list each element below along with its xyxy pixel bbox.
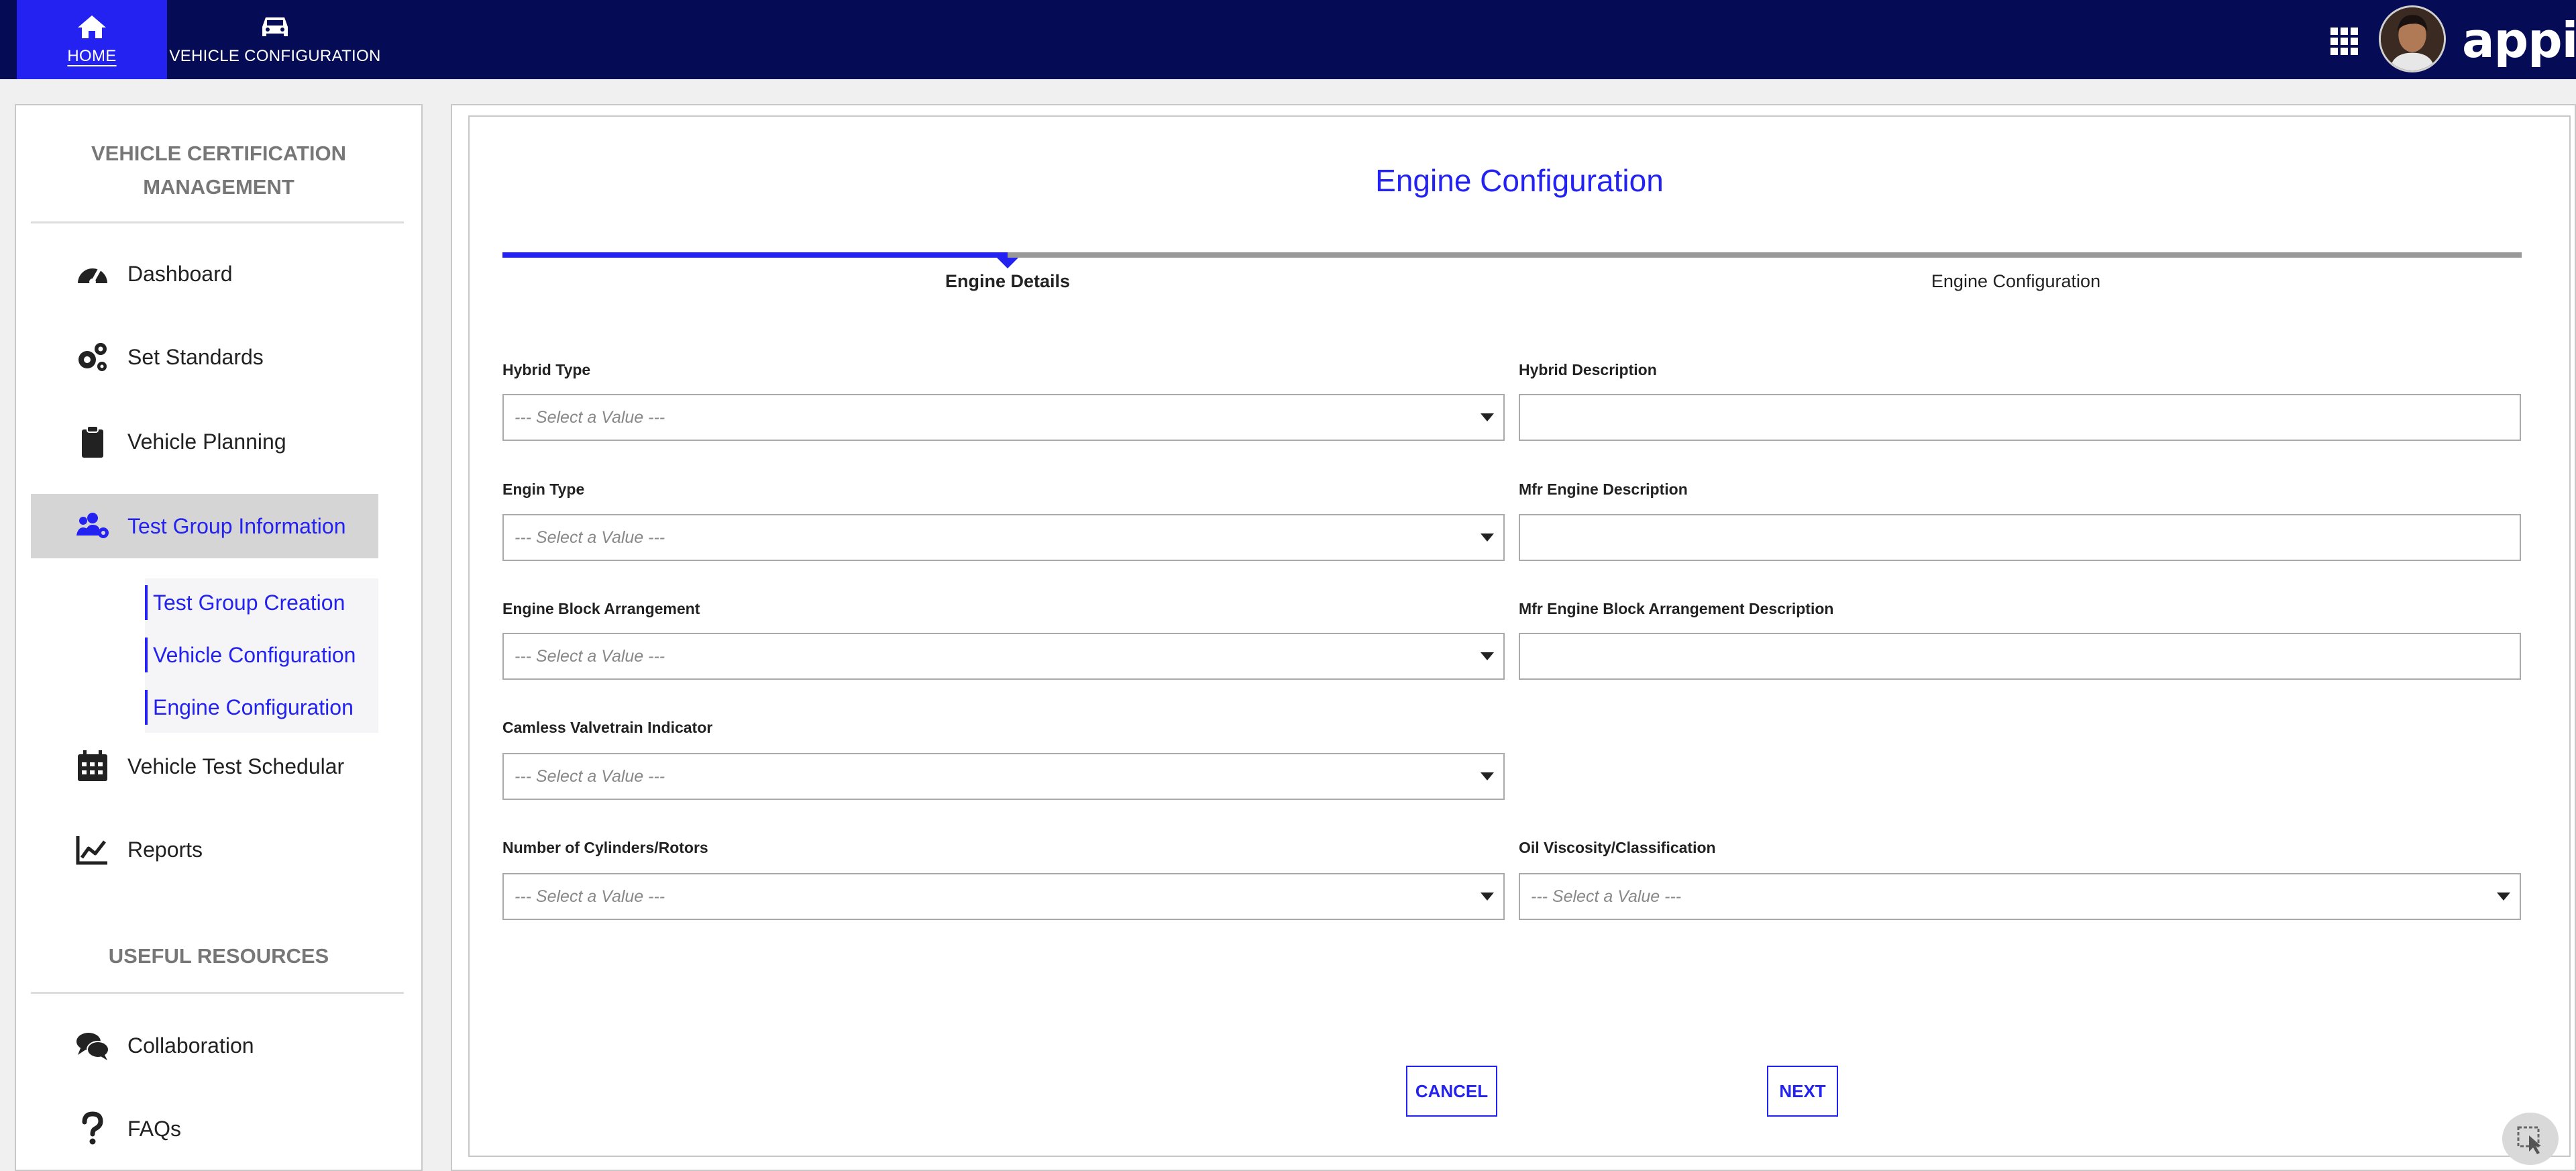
car-icon bbox=[262, 17, 288, 36]
step-engine-details[interactable]: Engine Details bbox=[806, 271, 1209, 292]
nav-tab-label: HOME bbox=[67, 47, 117, 65]
sidebar-item-vehicle-planning[interactable]: Vehicle Planning bbox=[31, 409, 378, 474]
mfr-engine-description-input[interactable] bbox=[1519, 514, 2521, 561]
users-gear-icon bbox=[76, 513, 109, 538]
sidebar-item-label: Test Group Information bbox=[127, 513, 346, 538]
step-progress-fill bbox=[502, 252, 1008, 258]
hybrid-description-input[interactable] bbox=[1519, 394, 2521, 441]
number-of-cylinders-rotors-label: Number of Cylinders/Rotors bbox=[502, 839, 708, 856]
sidebar-item-collaboration[interactable]: Collaboration bbox=[31, 1013, 378, 1078]
sidebar-item-label: FAQs bbox=[127, 1116, 182, 1141]
sidebar-item-label: Vehicle Test Schedular bbox=[127, 754, 345, 778]
hybrid-type-select[interactable]: --- Select a Value --- bbox=[502, 394, 1505, 441]
caret-down-icon bbox=[1481, 652, 1494, 660]
user-avatar[interactable] bbox=[2379, 5, 2446, 72]
step-engine-configuration[interactable]: Engine Configuration bbox=[1815, 271, 2217, 292]
number-of-cylinders-rotors-select[interactable]: --- Select a Value --- bbox=[502, 873, 1505, 920]
gears-icon bbox=[78, 343, 107, 371]
appian-logo: appian bbox=[2462, 12, 2576, 68]
sidebar-item-set-standards[interactable]: Set Standards bbox=[31, 325, 378, 389]
nav-tab-label: VEHICLE CONFIGURATION bbox=[169, 47, 381, 65]
hybrid-description-label: Hybrid Description bbox=[1519, 361, 1657, 378]
camless-valvetrain-indicator-label: Camless Valvetrain Indicator bbox=[502, 719, 713, 736]
mfr-engine-block-arrangement-description-input[interactable] bbox=[1519, 633, 2521, 680]
select-placeholder: --- Select a Value --- bbox=[515, 766, 665, 786]
sidebar-subitem-vehicle-configuration[interactable]: Vehicle Configuration bbox=[145, 638, 356, 672]
clipboard-icon bbox=[82, 425, 103, 458]
cursor-select-icon bbox=[2517, 1126, 2541, 1154]
home-icon bbox=[78, 15, 106, 38]
sidebar-item-label: Set Standards bbox=[127, 344, 264, 369]
mfr-engine-block-arrangement-description-label: Mfr Engine Block Arrangement Description bbox=[1519, 600, 1834, 617]
sidebar-item-dashboard[interactable]: Dashboard bbox=[31, 242, 378, 306]
oil-viscosity-classification-label: Oil Viscosity/Classification bbox=[1519, 839, 1716, 856]
sidebar-item-vehicle-test-schedular[interactable]: Vehicle Test Schedular bbox=[31, 734, 378, 799]
caret-down-icon bbox=[1481, 772, 1494, 780]
nav-tab-home[interactable]: HOME bbox=[17, 0, 167, 79]
engin-type-select[interactable]: --- Select a Value --- bbox=[502, 514, 1505, 561]
cancel-button[interactable]: CANCEL bbox=[1406, 1066, 1497, 1117]
caret-down-icon bbox=[1481, 533, 1494, 542]
caret-down-icon bbox=[1481, 413, 1494, 421]
select-placeholder: --- Select a Value --- bbox=[1531, 886, 1682, 906]
caret-down-icon bbox=[2497, 893, 2510, 901]
select-placeholder: --- Select a Value --- bbox=[515, 407, 665, 427]
sidebar-item-faqs[interactable]: FAQs bbox=[31, 1097, 378, 1161]
apps-grid-icon[interactable] bbox=[2329, 26, 2360, 57]
top-navigation-bar: HOME VEHICLE CONFIGURATION appian bbox=[0, 0, 2576, 79]
floating-action-button[interactable] bbox=[2502, 1113, 2559, 1165]
sidebar-item-label: Collaboration bbox=[127, 1033, 254, 1058]
select-placeholder: --- Select a Value --- bbox=[515, 886, 665, 906]
sidebar-item-label: Reports bbox=[127, 837, 203, 862]
useful-resources-title: USEFUL RESOURCES bbox=[108, 944, 329, 968]
calendar-icon bbox=[78, 750, 107, 781]
line-chart-icon bbox=[76, 836, 107, 865]
sidebar-item-label: Vehicle Planning bbox=[127, 429, 286, 454]
sidebar-divider bbox=[31, 992, 404, 994]
chat-icon bbox=[76, 1033, 109, 1060]
sidebar-subitem-test-group-creation[interactable]: Test Group Creation bbox=[145, 585, 345, 620]
question-icon bbox=[82, 1111, 103, 1145]
engine-block-arrangement-label: Engine Block Arrangement bbox=[502, 600, 700, 617]
speedometer-icon bbox=[78, 268, 107, 285]
nav-tab-vehicle-configuration[interactable]: VEHICLE CONFIGURATION bbox=[167, 0, 383, 79]
hybrid-type-label: Hybrid Type bbox=[502, 361, 591, 378]
sidebar-item-reports[interactable]: Reports bbox=[31, 817, 378, 882]
page-title: Engine Configuration bbox=[1375, 163, 1664, 198]
next-button[interactable]: NEXT bbox=[1767, 1066, 1838, 1117]
step-active-marker bbox=[997, 258, 1018, 268]
sidebar-divider bbox=[31, 221, 404, 223]
sidebar-subitem-engine-configuration[interactable]: Engine Configuration bbox=[145, 690, 354, 725]
sidebar-title: VEHICLE CERTIFICATION MANAGEMENT bbox=[91, 142, 347, 199]
select-placeholder: --- Select a Value --- bbox=[515, 646, 665, 666]
engin-type-label: Engin Type bbox=[502, 480, 585, 498]
sidebar-item-test-group-information[interactable]: Test Group Information bbox=[31, 494, 378, 558]
mfr-engine-description-label: Mfr Engine Description bbox=[1519, 480, 1688, 498]
camless-valvetrain-indicator-select[interactable]: --- Select a Value --- bbox=[502, 753, 1505, 800]
sidebar-item-label: Dashboard bbox=[127, 261, 233, 286]
oil-viscosity-classification-select[interactable]: --- Select a Value --- bbox=[1519, 873, 2521, 920]
user-photo-icon bbox=[2381, 7, 2444, 70]
caret-down-icon bbox=[1481, 893, 1494, 901]
select-placeholder: --- Select a Value --- bbox=[515, 527, 665, 547]
engine-block-arrangement-select[interactable]: --- Select a Value --- bbox=[502, 633, 1505, 680]
